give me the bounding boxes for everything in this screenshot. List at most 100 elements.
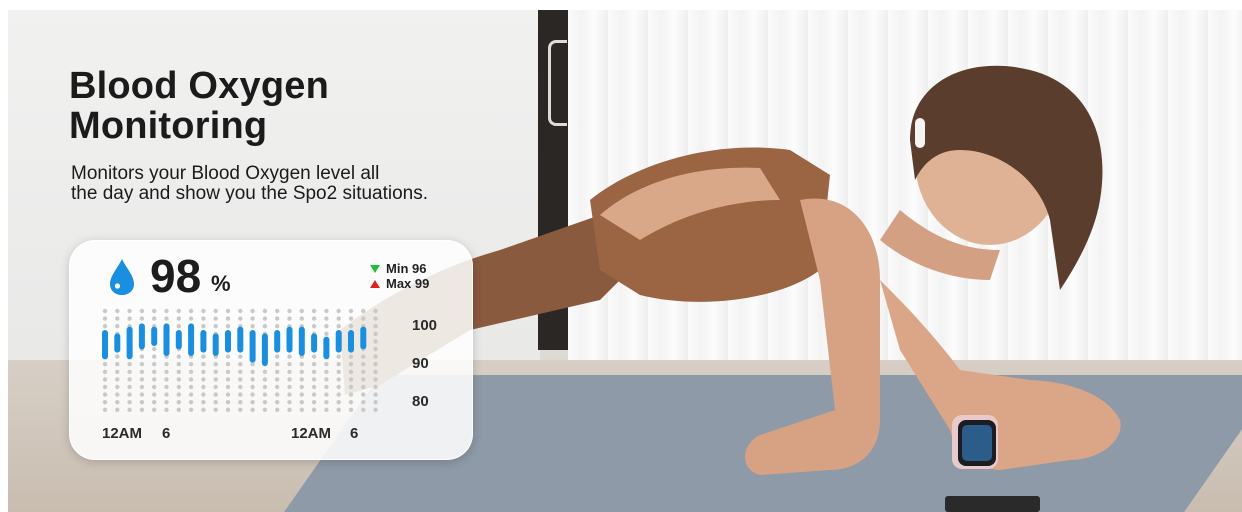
grid-dot [115,308,120,314]
grid-dot [373,339,378,344]
grid-dot [102,407,108,412]
grid-dot [262,324,268,329]
grid-dot [275,407,280,412]
grid-dot [201,308,206,314]
grid-dot [152,308,157,314]
grid-dot [188,369,194,374]
grid-dot [188,316,194,321]
grid-dot [311,400,317,405]
grid-dot [299,384,304,390]
grid-dot [188,384,194,390]
grid-dot [348,384,354,390]
grid-dot [299,316,304,321]
grid-dot [299,369,304,374]
grid-dot [373,308,378,314]
grid-dot [201,316,206,321]
grid-dot [299,377,304,382]
grid-dot [336,384,341,390]
grid-dot [127,377,132,382]
x-tick-label: 6 [162,425,171,442]
grid-dot [188,308,194,314]
grid-dot [361,308,366,314]
grid-dot [225,377,231,382]
grid-dot [102,377,108,382]
grid-dot [102,392,108,397]
grid-dot [152,362,157,367]
grid-dot [115,407,120,412]
grid-dot [139,407,145,412]
grid-dot [275,316,280,321]
grid-dot [139,308,145,314]
grid-dot [213,316,218,321]
grid-dot [287,377,292,382]
grid-dot [336,354,341,359]
grid-dot [213,407,218,412]
page-title: Blood Oxygen Monitoring [69,65,329,147]
grid-dot [373,400,378,405]
grid-dot [152,392,157,397]
grid-dot [102,324,108,329]
grid-dot [176,384,181,390]
grid-dot [225,324,231,329]
grid-dot [348,392,354,397]
smartwatch-display [962,425,992,461]
grid-dot [361,362,366,367]
grid-dot [348,308,354,314]
grid-dot [152,369,157,374]
grid-dot [176,308,181,314]
grid-dot [336,400,341,405]
grid-dot [225,407,231,412]
grid-dot [348,369,354,374]
grid-dot [324,324,329,329]
grid-dot [115,324,120,329]
grid-dot [225,316,231,321]
grid-dot [348,362,354,367]
grid-dot [275,354,280,359]
grid-dot [250,377,255,382]
grid-dot [102,362,108,367]
grid-dot [152,346,157,352]
grid-dot [299,392,304,397]
grid-dot [164,369,169,374]
grid-dot [176,392,181,397]
grid-dot [250,384,255,390]
grid-dot [152,377,157,382]
grid-dot [213,400,218,405]
grid-dot [201,354,206,359]
grid-dot [361,377,366,382]
grid-dot [115,316,120,321]
grid-dot [275,362,280,367]
grid-dot [127,384,132,390]
grid-dot [225,308,231,314]
grid-dot [201,369,206,374]
grid-dot [275,369,280,374]
grid-dot [311,324,317,329]
grid-dot [324,384,329,390]
grid-dot [201,392,206,397]
grid-dot [311,384,317,390]
grid-dot [275,384,280,390]
grid-dot [176,316,181,321]
grid-dot [115,362,120,367]
grid-dot [188,362,194,367]
grid-dot [139,354,145,359]
grid-dot [115,384,120,390]
grid-dot [336,316,341,321]
grid-dot [176,369,181,374]
grid-dot [373,384,378,390]
grid-dot [213,369,218,374]
grid-dot [139,316,145,321]
grid-dot [176,354,181,359]
grid-dot [250,369,255,374]
grid-dot [336,369,341,374]
forearm-hands [880,280,1121,470]
grid-dot [115,354,120,359]
grid-dot [139,369,145,374]
grid-dot [311,377,317,382]
grid-dot [262,400,268,405]
grid-dot [348,400,354,405]
grid-dot [287,362,292,367]
grid-dot [336,308,341,314]
grid-dot [139,384,145,390]
grid-dot [311,369,317,374]
